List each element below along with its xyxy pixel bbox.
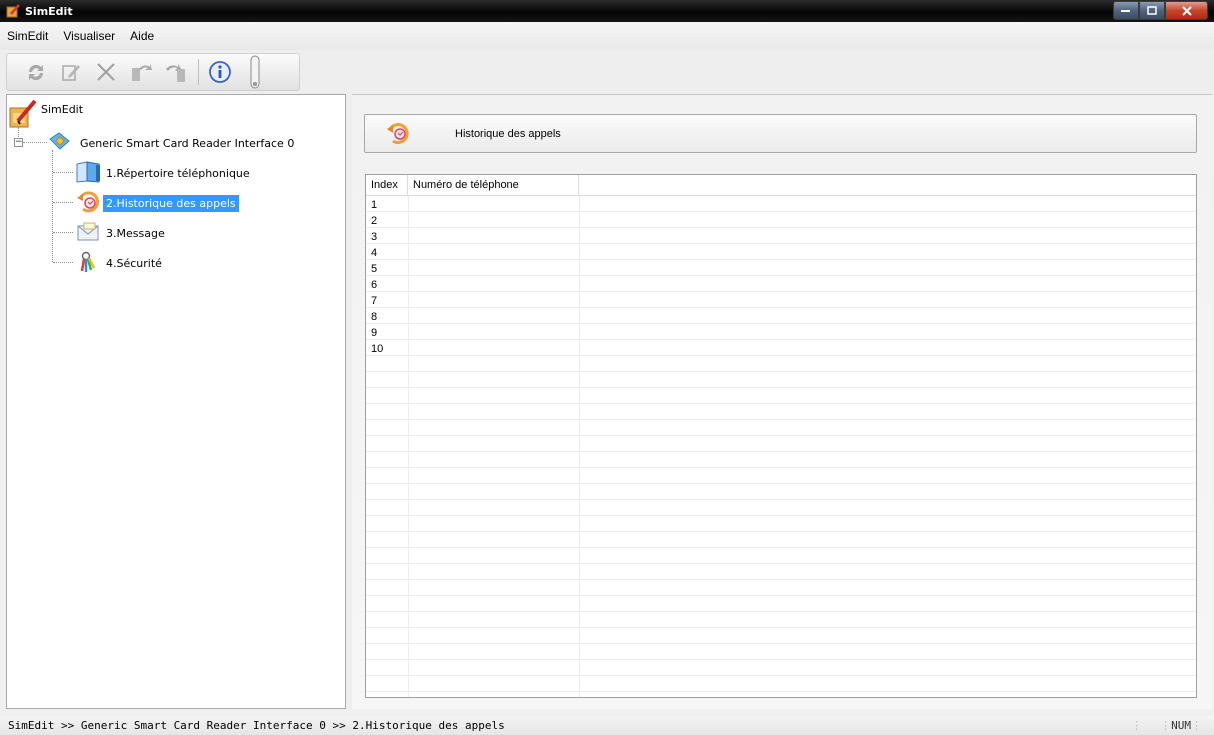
sim-edit-icon xyxy=(8,99,38,132)
table-header: Index Numéro de téléphone xyxy=(366,175,1196,196)
refresh-icon[interactable] xyxy=(23,59,49,85)
call-history-icon xyxy=(385,122,413,149)
window-title: SimEdit xyxy=(25,4,73,18)
tree-item-repertoire[interactable]: 1.Répertoire téléphonique xyxy=(75,161,253,186)
minimize-button[interactable] xyxy=(1113,1,1139,20)
toolbar xyxy=(0,50,1214,94)
security-keys-icon xyxy=(75,251,103,276)
table-row[interactable]: 3 xyxy=(366,229,377,245)
maximize-button[interactable] xyxy=(1139,1,1165,20)
message-icon xyxy=(75,221,103,246)
menu-simedit[interactable]: SimEdit xyxy=(7,29,48,43)
tree-item-label: 1.Répertoire téléphonique xyxy=(106,167,250,180)
status-divider: ⋮ xyxy=(1131,719,1143,732)
menu-bar: SimEdit Visualiser Aide xyxy=(0,22,1214,50)
toolbar-separator xyxy=(198,59,199,85)
redo-icon[interactable] xyxy=(163,59,189,85)
menu-aide[interactable]: Aide xyxy=(130,29,154,43)
tree-root-node[interactable]: SimEdit xyxy=(8,99,86,132)
content-panel: Historique des appels Index Numéro de té… xyxy=(352,94,1212,709)
section-title: Historique des appels xyxy=(455,128,561,140)
table-row[interactable]: 8 xyxy=(366,309,377,325)
app-icon xyxy=(6,4,20,18)
status-divider: ⋮ xyxy=(1160,719,1172,732)
table-row[interactable]: 4 xyxy=(366,245,377,261)
menu-visualiser[interactable]: Visualiser xyxy=(63,29,115,43)
status-divider: ⋮ xyxy=(1191,719,1202,732)
tree-view: SimEdit − Generic Smart Card Reader Inte… xyxy=(6,94,346,709)
num-lock-indicator: NUM xyxy=(1171,719,1191,732)
status-bar: SimEdit >> Generic Smart Card Reader Int… xyxy=(0,716,1214,735)
undo-icon[interactable] xyxy=(128,59,154,85)
tree-item-label: 3.Message xyxy=(106,227,165,240)
info-icon[interactable] xyxy=(207,59,233,85)
phonebook-icon xyxy=(75,161,103,186)
table-row[interactable]: 2 xyxy=(366,213,377,229)
edit-icon[interactable] xyxy=(58,59,84,85)
table-row[interactable]: 1 xyxy=(366,197,377,213)
toolstrip xyxy=(6,53,300,91)
table-row[interactable]: 10 xyxy=(366,341,383,357)
tree-item-label: 2.Historique des appels xyxy=(103,195,239,212)
collapse-icon[interactable]: − xyxy=(14,138,23,147)
tree-item-label: 4.Sécurité xyxy=(106,257,162,270)
column-header-phone[interactable]: Numéro de téléphone xyxy=(408,175,579,196)
status-path: SimEdit >> Generic Smart Card Reader Int… xyxy=(8,719,505,732)
table-row[interactable]: 7 xyxy=(366,293,377,309)
column-header-index[interactable]: Index xyxy=(366,175,408,196)
table-row[interactable]: 9 xyxy=(366,325,377,341)
tree-item-securite[interactable]: 4.Sécurité xyxy=(75,251,165,276)
title-bar: SimEdit xyxy=(0,0,1214,22)
smart-card-icon xyxy=(47,131,71,156)
tree-root-label: SimEdit xyxy=(41,103,84,116)
table-row[interactable]: 5 xyxy=(366,261,377,277)
delete-icon[interactable] xyxy=(93,59,119,85)
call-history-icon xyxy=(75,191,103,216)
tree-node-reader[interactable]: Generic Smart Card Reader Interface 0 xyxy=(47,131,297,156)
table-row[interactable]: 6 xyxy=(366,277,377,293)
close-button[interactable] xyxy=(1165,1,1208,20)
battery-icon xyxy=(242,55,268,89)
tree-reader-label: Generic Smart Card Reader Interface 0 xyxy=(80,137,295,150)
tree-item-message[interactable]: 3.Message xyxy=(75,221,168,246)
call-history-table: Index Numéro de téléphone 1 2 3 4 5 6 7 … xyxy=(365,174,1197,698)
section-header: Historique des appels xyxy=(364,114,1197,153)
tree-item-historique[interactable]: 2.Historique des appels xyxy=(75,191,239,216)
